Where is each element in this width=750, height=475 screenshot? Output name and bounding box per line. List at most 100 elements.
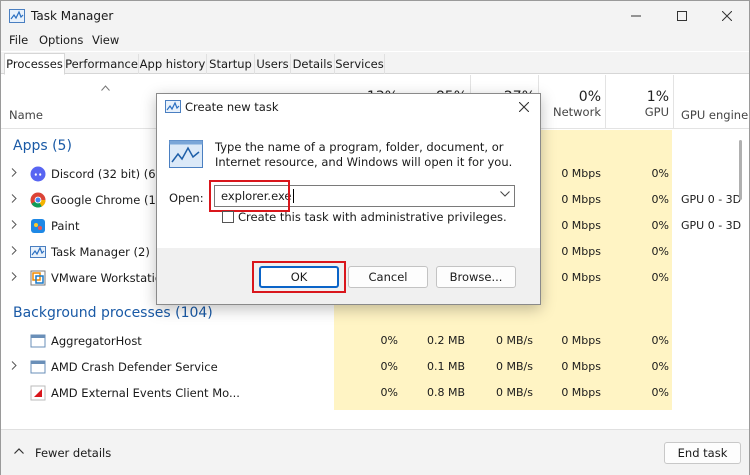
dialog-close-button[interactable] [515,98,533,116]
highlight-ok-button [252,261,346,293]
close-button[interactable] [704,1,750,31]
gpu-value: 0% [651,193,669,206]
memory-value: 0.8 MB [426,386,465,399]
menu-view[interactable]: View [92,33,119,47]
network-value: 0 Mbps [561,360,601,373]
vmware-icon [30,270,46,286]
column-network[interactable]: 0% Network [539,89,601,119]
tab-startup[interactable]: Startup [207,54,255,74]
gpu-value: 0% [651,386,669,399]
gpu-engine-value: GPU 0 - 3D [681,193,742,206]
dialog-message: Type the name of a program, folder, docu… [215,140,513,169]
sort-up-icon [101,85,110,91]
disk-value: 0 MB/s [496,334,533,347]
network-label: Network [552,105,601,119]
tab-app-history[interactable]: App history [139,54,207,74]
admin-privileges-checkbox[interactable] [222,211,234,223]
process-name: AMD External Events Client Mo... [51,386,240,400]
column-divider[interactable] [605,75,606,129]
table-row[interactable]: AggregatorHost 0% 0.2 MB 0 MB/s 0 Mbps 0… [1,328,749,354]
process-name: VMware Workstation [51,271,170,285]
chevron-down-icon[interactable] [500,191,510,197]
menu-bar: File Options View [1,31,749,51]
menu-options[interactable]: Options [39,33,83,47]
tab-details[interactable]: Details [291,54,335,74]
network-value: 0 Mbps [561,271,601,284]
cancel-button[interactable]: Cancel [348,266,428,288]
dialog-button-bar: OK Cancel Browse... [157,248,540,304]
generic-process-icon [30,334,46,348]
highlight-open-input [209,180,290,212]
network-value: 0 Mbps [561,386,601,399]
disk-value: 0 MB/s [496,386,533,399]
task-manager-icon [165,100,181,113]
admin-privileges-label[interactable]: Create this task with administrative pri… [238,210,507,224]
create-new-task-dialog: Create new task Type the name of a progr… [156,93,541,305]
process-name: Paint [51,219,80,233]
end-task-button[interactable]: End task [664,442,741,464]
tab-performance[interactable]: Performance [65,54,139,74]
browse-button[interactable]: Browse... [436,266,516,288]
gpu-value: 0% [651,360,669,373]
title-bar[interactable]: Task Manager [1,1,749,31]
column-name[interactable]: Name [9,108,43,122]
close-icon [519,102,529,112]
disk-value: 0 MB/s [496,360,533,373]
fewer-details-link[interactable]: Fewer details [35,446,111,460]
maximize-icon [677,11,687,21]
network-value: 0 Mbps [561,193,601,206]
chevron-up-icon[interactable] [14,448,24,454]
process-name: AMD Crash Defender Service [51,360,218,374]
network-value: 0 Mbps [561,219,601,232]
table-row[interactable]: AMD Crash Defender Service 0% 0.1 MB 0 M… [1,354,749,380]
memory-value: 0.1 MB [426,360,465,373]
scrollbar-thumb[interactable] [739,140,742,200]
group-apps: Apps (5) [13,138,72,154]
tab-processes[interactable]: Processes [4,53,65,75]
minimize-icon [631,15,641,17]
window-title: Task Manager [31,9,114,23]
gpu-engine-value: GPU 0 - 3D [681,219,742,232]
network-value: 0 Mbps [561,167,601,180]
gpu-value: 0% [651,167,669,180]
cpu-value: 0% [380,386,398,399]
discord-icon [30,166,46,182]
group-background: Background processes (104) [13,305,213,321]
column-gpu[interactable]: 1% GPU [606,89,669,119]
generic-process-icon [30,360,46,374]
cpu-value: 0% [380,360,398,373]
gpu-value: 0% [651,219,669,232]
tab-services[interactable]: Services [335,54,385,74]
memory-value: 0.2 MB [426,334,465,347]
table-row[interactable]: AMD External Events Client Mo... 0% 0.8 … [1,380,749,406]
gpu-value: 0% [651,334,669,347]
network-percent: 0% [578,89,601,105]
dialog-title-bar[interactable]: Create new task [157,94,540,120]
expand-chevron-icon[interactable] [11,361,17,370]
minimize-button[interactable] [613,1,659,31]
expand-chevron-icon[interactable] [11,168,17,177]
network-value: 0 Mbps [561,245,601,258]
process-name: Task Manager (2) [51,245,150,259]
process-name: AggregatorHost [51,334,142,348]
task-manager-icon [30,246,46,258]
menu-file[interactable]: File [9,33,28,47]
maximize-button[interactable] [659,1,705,31]
chrome-icon [30,192,46,208]
gpu-value: 0% [651,271,669,284]
close-icon [722,11,732,21]
expand-chevron-icon[interactable] [11,194,17,203]
expand-chevron-icon[interactable] [11,220,17,229]
footer-bar: Fewer details End task [1,429,749,475]
column-gpu-engine[interactable]: GPU engine [681,108,748,122]
task-manager-icon [9,9,25,23]
gpu-percent: 1% [646,89,669,105]
expand-chevron-icon[interactable] [11,246,17,255]
cpu-value: 0% [380,334,398,347]
column-divider[interactable] [673,75,674,129]
network-value: 0 Mbps [561,334,601,347]
expand-chevron-icon[interactable] [11,272,17,281]
gpu-label: GPU [644,105,669,119]
tab-users[interactable]: Users [255,54,291,74]
process-name: Google Chrome (13) [51,193,168,207]
